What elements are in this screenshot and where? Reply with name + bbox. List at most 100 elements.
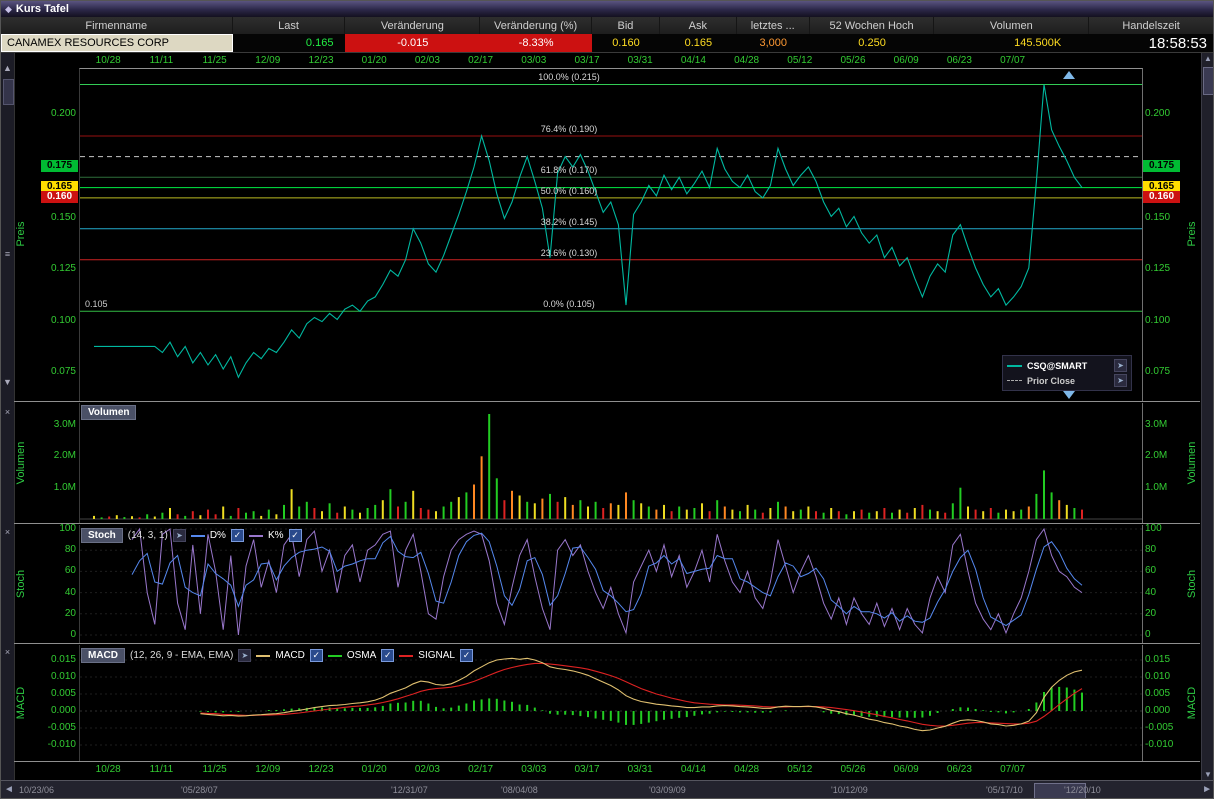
date-label: 03/03 bbox=[521, 55, 546, 66]
change-pct-cell[interactable]: -8.33% bbox=[480, 34, 592, 52]
volume-panel-tab[interactable]: Volumen bbox=[81, 405, 136, 420]
date-label: 12/09 bbox=[255, 55, 280, 66]
volume-bars bbox=[93, 414, 1083, 519]
scrollbar-date-label: '05/28/07 bbox=[181, 785, 218, 795]
price-marker-badge: 0.175 bbox=[41, 160, 78, 172]
column-header-volume[interactable]: Volumen bbox=[934, 17, 1089, 34]
column-header-change[interactable]: Veränderung bbox=[345, 17, 480, 34]
axis-label: 1.0M bbox=[34, 482, 76, 493]
axis-label: 0.010 bbox=[34, 671, 76, 682]
d-line-sample bbox=[191, 535, 205, 537]
scroll-right-icon[interactable]: ► bbox=[1202, 784, 1212, 795]
volume-cell[interactable]: 145.500K bbox=[934, 34, 1089, 52]
panel-separator bbox=[14, 761, 1200, 762]
axis-label: 0.015 bbox=[1145, 654, 1170, 665]
pointer-icon[interactable]: ➤ bbox=[1114, 374, 1127, 387]
horizontal-scrollbar[interactable]: ◄ ► 10/23/06'05/28/07'12/31/07'08/04/08'… bbox=[1, 780, 1214, 799]
axis-label: 2.0M bbox=[1145, 450, 1167, 461]
title-bar: ◆ Kurs Tafel bbox=[1, 1, 1213, 17]
column-header-bid[interactable]: Bid bbox=[592, 17, 660, 34]
k-checkbox[interactable]: ✓ bbox=[289, 529, 302, 542]
column-header-trade-time[interactable]: Handelszeit bbox=[1089, 17, 1213, 34]
k-line-sample bbox=[249, 535, 263, 537]
d-checkbox[interactable]: ✓ bbox=[231, 529, 244, 542]
scrollbar-date-label: '12/31/07 bbox=[391, 785, 428, 795]
close-macd-panel-icon[interactable]: × bbox=[1, 647, 14, 657]
fib-label: 50.0% (0.160) bbox=[541, 186, 598, 196]
column-header-change-pct[interactable]: Veränderung (%) bbox=[480, 17, 592, 34]
column-header-firmenname[interactable]: Firmenname bbox=[1, 17, 233, 34]
scrollbar-date-label: '12/20/10 bbox=[1064, 785, 1101, 795]
volume-chart-area[interactable] bbox=[79, 403, 1143, 523]
price-chart-area[interactable]: CSQ@SMART ➤ Prior Close ➤ bbox=[79, 68, 1143, 401]
date-label: 04/14 bbox=[681, 764, 706, 775]
fib-label: 100.0% (0.215) bbox=[538, 72, 600, 82]
d-line bbox=[132, 533, 1082, 625]
fib-label: 23.6% (0.130) bbox=[541, 248, 598, 258]
axis-label: 0.150 bbox=[1145, 212, 1170, 223]
osma-checkbox[interactable]: ✓ bbox=[381, 649, 394, 662]
change-cell[interactable]: -0.015 bbox=[345, 34, 480, 52]
axis-label: 60 bbox=[34, 565, 76, 576]
scrollbar-date-label: '05/17/10 bbox=[986, 785, 1023, 795]
pointer-icon[interactable]: ➤ bbox=[238, 649, 251, 662]
fib-label: 38.2% (0.145) bbox=[541, 217, 598, 227]
pointer-icon[interactable]: ➤ bbox=[173, 529, 186, 542]
price-marker-badge: 0.160 bbox=[41, 191, 78, 203]
scrollbar-date-label: '03/09/09 bbox=[649, 785, 686, 795]
column-header-ask[interactable]: Ask bbox=[660, 17, 737, 34]
axis-label: 40 bbox=[1145, 587, 1156, 598]
legend-symbol-label: CSQ@SMART bbox=[1027, 361, 1087, 371]
date-label: 02/03 bbox=[415, 764, 440, 775]
left-scrollbar-thumb[interactable] bbox=[3, 79, 14, 105]
vertical-scrollbar[interactable]: ▲ ▼ bbox=[1201, 53, 1214, 780]
quote-row[interactable]: CANAMEX RESOURCES CORP 0.165 -0.015 -8.3… bbox=[1, 34, 1213, 53]
window-icon[interactable]: ◆ bbox=[5, 4, 12, 15]
scroll-left-icon[interactable]: ◄ bbox=[4, 784, 14, 795]
panel-separator[interactable] bbox=[14, 401, 1200, 402]
scroll-down-icon[interactable]: ▼ bbox=[1, 377, 14, 387]
quote-header-row: Firmenname Last Veränderung Veränderung … bbox=[1, 17, 1213, 34]
legend-row-symbol[interactable]: CSQ@SMART ➤ bbox=[1007, 358, 1127, 373]
vscrollbar-thumb[interactable] bbox=[1203, 67, 1214, 95]
date-label: 11/25 bbox=[202, 764, 226, 775]
close-volume-panel-icon[interactable]: × bbox=[1, 407, 14, 417]
axis-label: 60 bbox=[1145, 565, 1156, 576]
scroll-up-icon[interactable]: ▲ bbox=[1202, 54, 1214, 63]
last-size-cell[interactable]: 3,000 bbox=[737, 34, 810, 52]
axis-label: 0.100 bbox=[34, 315, 76, 326]
signal-checkbox[interactable]: ✓ bbox=[460, 649, 473, 662]
ask-cell[interactable]: 0.165 bbox=[660, 34, 737, 52]
scroll-down-icon[interactable]: ▼ bbox=[1202, 770, 1214, 779]
menu-icon[interactable]: ≡ bbox=[1, 249, 14, 259]
date-label: 10/28 bbox=[96, 764, 121, 775]
panel-separator[interactable] bbox=[14, 643, 1200, 644]
scroll-up-icon[interactable]: ▲ bbox=[1, 63, 14, 73]
axis-label: 0.075 bbox=[34, 366, 76, 377]
k-series-label: K% bbox=[268, 530, 284, 541]
price-axis-title: Preis bbox=[15, 221, 27, 246]
date-label: 06/23 bbox=[947, 55, 972, 66]
date-label: 05/26 bbox=[840, 764, 865, 775]
close-stoch-panel-icon[interactable]: × bbox=[1, 527, 14, 537]
52w-high-cell[interactable]: 0.250 bbox=[810, 34, 935, 52]
macd-checkbox[interactable]: ✓ bbox=[310, 649, 323, 662]
pointer-icon[interactable]: ➤ bbox=[1114, 359, 1127, 372]
column-header-last[interactable]: Last bbox=[233, 17, 346, 34]
legend-row-prior-close[interactable]: Prior Close ➤ bbox=[1007, 373, 1127, 388]
column-header-last-size[interactable]: letztes ... bbox=[737, 17, 810, 34]
axis-label: 0.125 bbox=[34, 263, 76, 274]
axis-label: 0.200 bbox=[1145, 108, 1170, 119]
panel-separator[interactable] bbox=[14, 523, 1200, 524]
bid-cell[interactable]: 0.160 bbox=[592, 34, 660, 52]
stoch-panel-tab[interactable]: Stoch bbox=[81, 528, 123, 543]
scroll-marker-down-icon[interactable] bbox=[1063, 391, 1075, 399]
axis-label: 100 bbox=[1145, 523, 1162, 534]
company-name-cell[interactable]: CANAMEX RESOURCES CORP bbox=[1, 34, 233, 52]
scroll-marker-up-icon[interactable] bbox=[1063, 71, 1075, 79]
last-price-cell[interactable]: 0.165 bbox=[233, 34, 346, 52]
date-label: 03/17 bbox=[574, 764, 599, 775]
macd-panel-tab[interactable]: MACD bbox=[81, 648, 125, 663]
column-header-52w-high[interactable]: 52 Wochen Hoch bbox=[810, 17, 935, 34]
fib-left-label: 0.105 bbox=[85, 299, 108, 309]
